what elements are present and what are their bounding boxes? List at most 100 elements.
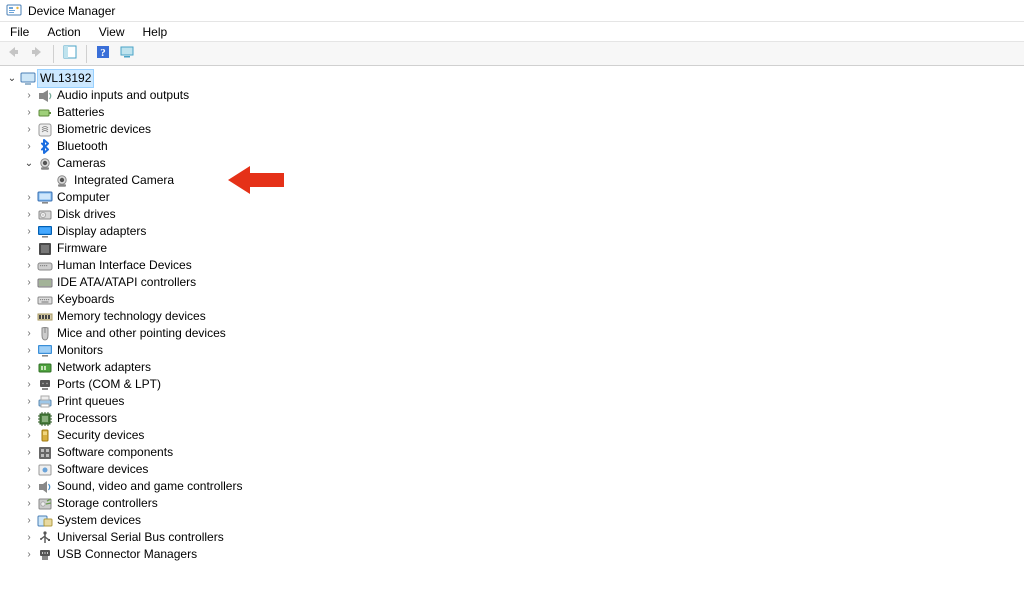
pc-icon bbox=[20, 71, 36, 87]
expand-icon[interactable]: › bbox=[23, 345, 35, 357]
tree-pane-icon bbox=[63, 45, 77, 62]
tree-item[interactable]: ›Firmware bbox=[4, 240, 1024, 257]
expand-icon[interactable]: › bbox=[23, 430, 35, 442]
biometric-icon bbox=[37, 122, 53, 138]
tree-item-label: Network adapters bbox=[55, 359, 153, 376]
keyboard-icon bbox=[37, 292, 53, 308]
computer-scan-icon bbox=[120, 45, 134, 62]
storage-icon bbox=[37, 496, 53, 512]
expand-icon[interactable]: › bbox=[23, 192, 35, 204]
expand-icon[interactable]: › bbox=[23, 107, 35, 119]
tree-item[interactable]: ›Universal Serial Bus controllers bbox=[4, 529, 1024, 546]
tree-item-label: Memory technology devices bbox=[55, 308, 208, 325]
computer-icon bbox=[37, 190, 53, 206]
tree-item[interactable]: ›USB Connector Managers bbox=[4, 546, 1024, 563]
forward-button[interactable] bbox=[26, 44, 48, 64]
back-arrow-icon bbox=[6, 45, 20, 62]
expand-icon[interactable]: › bbox=[23, 549, 35, 561]
tree-item-label: Keyboards bbox=[55, 291, 116, 308]
expand-icon[interactable]: › bbox=[23, 243, 35, 255]
tree-item[interactable]: › IDE ATA/ATAPI controllers bbox=[4, 274, 1024, 291]
expand-icon[interactable]: › bbox=[23, 464, 35, 476]
tree-item-label: Disk drives bbox=[55, 206, 118, 223]
swdev-icon bbox=[37, 462, 53, 478]
expand-icon[interactable]: › bbox=[23, 260, 35, 272]
camera-icon bbox=[37, 156, 53, 172]
expand-icon[interactable]: › bbox=[23, 124, 35, 136]
tree-item[interactable]: ›Display adapters bbox=[4, 223, 1024, 240]
back-button[interactable] bbox=[2, 44, 24, 64]
tree-item[interactable]: › Processors bbox=[4, 410, 1024, 427]
tree-item[interactable]: ›Sound, video and game controllers bbox=[4, 478, 1024, 495]
tree-item-label: Cameras bbox=[55, 155, 108, 172]
tree-item[interactable]: › Network adapters bbox=[4, 359, 1024, 376]
expand-icon[interactable]: › bbox=[23, 396, 35, 408]
network-icon bbox=[37, 360, 53, 376]
tree-item[interactable]: ›Ports (COM & LPT) bbox=[4, 376, 1024, 393]
tree-item-label: Audio inputs and outputs bbox=[55, 87, 191, 104]
expand-icon[interactable]: › bbox=[23, 311, 35, 323]
expand-icon[interactable]: › bbox=[23, 90, 35, 102]
expand-icon[interactable]: › bbox=[23, 328, 35, 340]
expand-icon[interactable]: › bbox=[23, 532, 35, 544]
tree-item[interactable]: › Disk drives bbox=[4, 206, 1024, 223]
display-icon bbox=[37, 224, 53, 240]
tree-item-label: Batteries bbox=[55, 104, 106, 121]
collapse-icon[interactable]: ⌄ bbox=[23, 158, 35, 170]
tree-item-label: Software components bbox=[55, 444, 175, 461]
tree-item[interactable]: › Print queues bbox=[4, 393, 1024, 410]
expand-icon[interactable]: › bbox=[23, 447, 35, 459]
tree-item[interactable]: ⌄ Cameras bbox=[4, 155, 1024, 172]
sound-icon bbox=[37, 479, 53, 495]
tree-item-label: Processors bbox=[55, 410, 119, 427]
device-manager-icon bbox=[6, 3, 22, 19]
tree-item[interactable]: ›Human Interface Devices bbox=[4, 257, 1024, 274]
firmware-icon bbox=[37, 241, 53, 257]
tree-item[interactable]: › Keyboards bbox=[4, 291, 1024, 308]
expand-icon[interactable]: › bbox=[23, 498, 35, 510]
tree-item-label: Biometric devices bbox=[55, 121, 153, 138]
show-hide-tree-button[interactable] bbox=[59, 44, 81, 64]
expand-icon[interactable]: › bbox=[23, 209, 35, 221]
expand-icon[interactable]: › bbox=[23, 226, 35, 238]
tree-item[interactable]: › Memory technology devices bbox=[4, 308, 1024, 325]
titlebar: Device Manager bbox=[0, 0, 1024, 22]
expand-icon[interactable]: › bbox=[23, 379, 35, 391]
help-button[interactable]: ? bbox=[92, 44, 114, 64]
menu-file[interactable]: File bbox=[2, 23, 37, 41]
tree-item[interactable]: ›Integrated Camera bbox=[4, 172, 1024, 189]
expand-icon[interactable]: › bbox=[23, 515, 35, 527]
tree-item[interactable]: ›System devices bbox=[4, 512, 1024, 529]
menu-action[interactable]: Action bbox=[39, 23, 88, 41]
tree-item-label: Print queues bbox=[55, 393, 126, 410]
tree-item-label: IDE ATA/ATAPI controllers bbox=[55, 274, 198, 291]
tree-item[interactable]: ›Security devices bbox=[4, 427, 1024, 444]
help-icon: ? bbox=[96, 45, 110, 62]
expand-icon[interactable]: › bbox=[23, 413, 35, 425]
tree-item[interactable]: ›Bluetooth bbox=[4, 138, 1024, 155]
tree-item[interactable]: › Audio inputs and outputs bbox=[4, 87, 1024, 104]
tree-item[interactable]: › Batteries bbox=[4, 104, 1024, 121]
tree-item[interactable]: › Software devices bbox=[4, 461, 1024, 478]
device-tree[interactable]: ⌄WL13192›Audio inputs and outputs›Batter… bbox=[0, 66, 1024, 563]
expand-icon[interactable]: › bbox=[23, 277, 35, 289]
tree-item-label: WL13192 bbox=[38, 70, 93, 87]
tree-item[interactable]: ›Monitors bbox=[4, 342, 1024, 359]
expand-icon[interactable]: › bbox=[23, 481, 35, 493]
tree-item[interactable]: ⌄ WL13192 bbox=[4, 70, 1024, 87]
computer-scan-button[interactable] bbox=[116, 44, 138, 64]
expand-icon[interactable]: › bbox=[23, 141, 35, 153]
tree-item-label: Software devices bbox=[55, 461, 150, 478]
tree-item[interactable]: › Software components bbox=[4, 444, 1024, 461]
menu-help[interactable]: Help bbox=[135, 23, 176, 41]
collapse-icon[interactable]: ⌄ bbox=[6, 73, 18, 85]
security-icon bbox=[37, 428, 53, 444]
tree-item[interactable]: › Biometric devices bbox=[4, 121, 1024, 138]
tree-item[interactable]: ›Storage controllers bbox=[4, 495, 1024, 512]
expand-icon[interactable]: › bbox=[23, 294, 35, 306]
tree-item[interactable]: ›Computer bbox=[4, 189, 1024, 206]
tree-item[interactable]: ›Mice and other pointing devices bbox=[4, 325, 1024, 342]
menu-view[interactable]: View bbox=[91, 23, 133, 41]
expand-icon[interactable]: › bbox=[23, 362, 35, 374]
toolbar-separator bbox=[86, 45, 87, 63]
